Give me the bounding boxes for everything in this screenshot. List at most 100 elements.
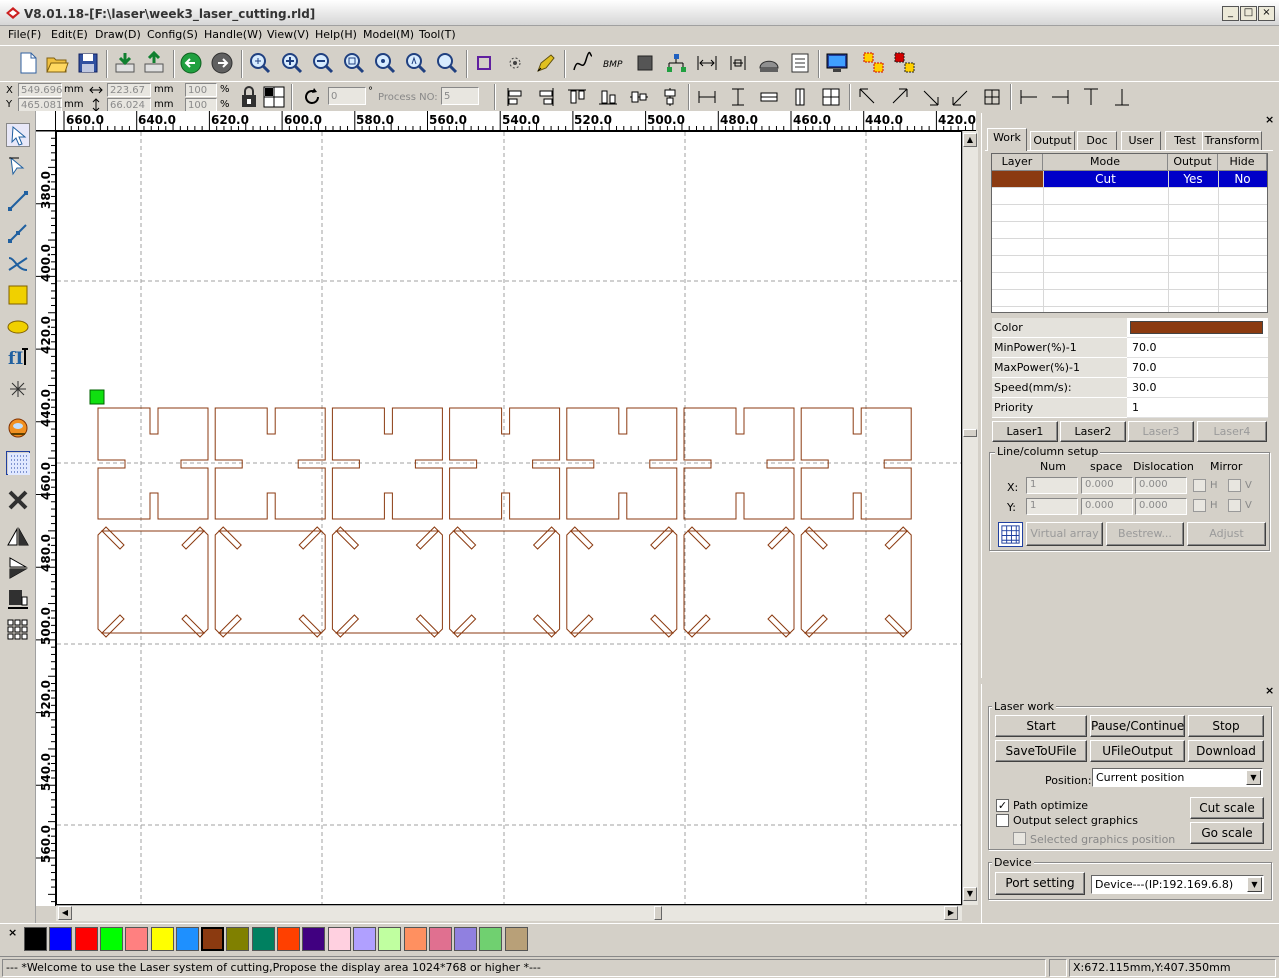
zoom-select-icon[interactable] [372, 50, 398, 76]
pen-icon[interactable] [533, 50, 559, 76]
move-bottom-right-icon[interactable] [917, 84, 943, 110]
menu-tool[interactable]: Tool(T) [419, 28, 456, 41]
zoom-fit-icon[interactable] [247, 50, 273, 76]
array-x-space[interactable]: 0.000 [1081, 477, 1133, 494]
palette-swatch[interactable] [99, 927, 123, 951]
dist-v-top-icon[interactable] [1078, 84, 1104, 110]
speed-field[interactable]: 30.0 [1127, 378, 1268, 398]
cut-part-notched[interactable] [683, 526, 795, 638]
laser-head-tool-icon[interactable] [6, 416, 30, 440]
lock-icon[interactable] [238, 84, 260, 110]
delete-icon[interactable] [6, 488, 30, 512]
laser1-button[interactable]: Laser1 [992, 421, 1058, 442]
chevron-down-icon[interactable]: ▼ [1247, 877, 1262, 892]
rotation-angle-field[interactable]: 0 [328, 87, 366, 105]
align-bottom-tool-icon[interactable] [6, 587, 30, 611]
layer-table[interactable]: Layer Mode Output Hide Cut Yes No [991, 153, 1268, 313]
zoom-page-icon[interactable] [341, 50, 367, 76]
move-top-left-icon[interactable] [855, 84, 881, 110]
go-scale-button[interactable]: Go scale [1190, 822, 1264, 844]
same-size-icon[interactable] [818, 84, 844, 110]
mirror-x-h-checkbox[interactable] [1193, 479, 1206, 492]
maximize-button[interactable]: □ [1240, 6, 1257, 21]
move-center-icon[interactable] [979, 84, 1005, 110]
cut-part-notched[interactable] [214, 526, 326, 638]
output-select-checkbox[interactable] [996, 814, 1009, 827]
pause-continue-button[interactable]: Pause/Continue [1090, 715, 1185, 737]
align-left-icon[interactable] [502, 84, 528, 110]
grid-position-icon[interactable] [262, 84, 286, 110]
palette-swatch[interactable] [378, 927, 402, 951]
align-center-v-icon[interactable] [657, 84, 683, 110]
mirror-y-h-checkbox[interactable] [1193, 499, 1206, 512]
dist-v-bottom-icon[interactable] [1109, 84, 1135, 110]
palette-swatch[interactable] [504, 927, 528, 951]
palette-swatch[interactable] [74, 927, 98, 951]
cut-part-notched[interactable] [566, 526, 678, 638]
height-percent-field[interactable]: 100 [185, 98, 217, 112]
col-header-layer[interactable]: Layer [992, 154, 1043, 171]
laser3-button[interactable]: Laser3 [1128, 421, 1194, 442]
cut-part-notched[interactable] [449, 526, 561, 638]
start-button[interactable]: Start [995, 715, 1087, 737]
y-position-field[interactable]: 465.081 [18, 98, 62, 112]
menu-handle[interactable]: Handle(W) [204, 28, 262, 41]
width-field[interactable]: 223.67 [107, 83, 151, 97]
array-y-dislocation[interactable]: 0.000 [1135, 498, 1187, 515]
bmp-icon[interactable]: BMP [601, 50, 627, 76]
selected-position-checkbox[interactable] [1013, 832, 1026, 845]
palette-swatch[interactable] [251, 927, 275, 951]
device-select[interactable]: Device---(IP:192.169.6.8) ▼ [1091, 875, 1264, 894]
curve-smooth-icon[interactable] [570, 50, 596, 76]
palette-swatch[interactable] [302, 927, 326, 951]
tab-doc[interactable]: Doc [1077, 131, 1117, 150]
open-folder-icon[interactable] [44, 50, 70, 76]
laser-head-icon[interactable] [756, 50, 782, 76]
menu-edit[interactable]: Edit(E) [51, 28, 88, 41]
scroll-down-icon[interactable]: ▼ [963, 887, 977, 901]
position-select[interactable]: Current position ▼ [1092, 768, 1263, 787]
palette-swatch[interactable] [175, 927, 199, 951]
minimize-button[interactable]: _ [1222, 6, 1239, 21]
menu-config[interactable]: Config(S) [147, 28, 198, 41]
menu-model[interactable]: Model(M) [363, 28, 414, 41]
rotate-icon[interactable] [299, 84, 325, 110]
monitor-icon[interactable] [824, 50, 850, 76]
virtual-array-button[interactable]: Virtual array [1026, 522, 1103, 546]
chevron-down-icon[interactable]: ▼ [1246, 770, 1261, 785]
close-panel-icon[interactable]: × [1265, 684, 1274, 697]
mirror-y-v-checkbox[interactable] [1228, 499, 1241, 512]
array-tool-icon[interactable] [6, 618, 30, 642]
same-size-v-icon[interactable] [787, 84, 813, 110]
layer-color-icon[interactable] [892, 50, 918, 76]
tab-transform[interactable]: Transform [1202, 131, 1262, 150]
palette-swatch[interactable] [277, 927, 300, 951]
node-select-icon[interactable] [6, 154, 30, 178]
palette-swatch[interactable] [125, 927, 149, 951]
palette-swatch[interactable] [479, 927, 503, 951]
mirror-x-v-checkbox[interactable] [1228, 479, 1241, 492]
point-icon[interactable] [6, 377, 30, 401]
palette-swatch[interactable] [428, 927, 452, 951]
scroll-thumb[interactable] [654, 906, 662, 920]
menu-view[interactable]: View(V) [267, 28, 309, 41]
x-position-field[interactable]: 549.696 [18, 83, 62, 97]
minpower-field[interactable]: 70.0 [1127, 338, 1268, 358]
palette-swatch[interactable] [327, 927, 351, 951]
move-top-right-icon[interactable] [886, 84, 912, 110]
palette-swatch[interactable] [403, 927, 427, 951]
palette-swatch[interactable] [226, 927, 250, 951]
array-x-dislocation[interactable]: 0.000 [1135, 477, 1187, 494]
laser4-button[interactable]: Laser4 [1197, 421, 1267, 442]
laser2-button[interactable]: Laser2 [1060, 421, 1126, 442]
align-top-icon[interactable] [564, 84, 590, 110]
new-file-icon[interactable] [15, 50, 41, 76]
dist-h-right-icon[interactable] [1047, 84, 1073, 110]
col-header-hide[interactable]: Hide [1218, 154, 1267, 171]
horizontal-scrollbar[interactable]: ◀ ▶ [56, 905, 962, 921]
polyline-icon[interactable] [6, 221, 30, 245]
grid-icon[interactable] [6, 451, 30, 475]
same-width-icon[interactable] [694, 84, 720, 110]
cut-part-notched[interactable] [331, 526, 443, 638]
array-y-num[interactable]: 1 [1026, 498, 1078, 515]
